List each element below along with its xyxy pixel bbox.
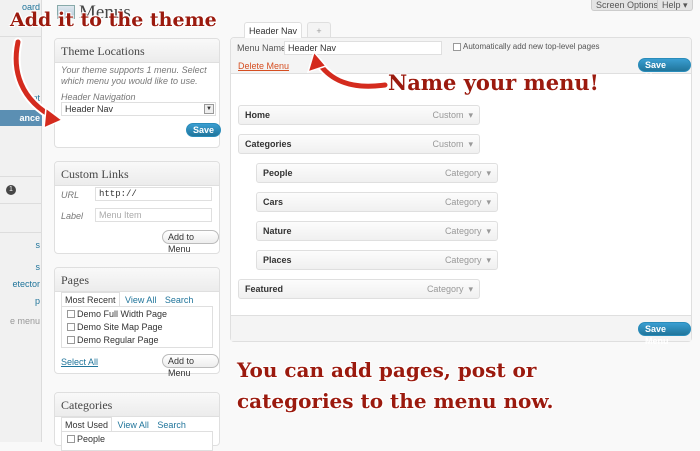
annotation-theme: Add it to the theme — [10, 9, 217, 31]
annotation-pages-line1: You can add pages, post or — [237, 358, 537, 382]
tab-header-nav[interactable]: Header Nav — [244, 22, 302, 38]
arrow-to-theme — [13, 39, 58, 121]
arrowhead-icon — [43, 106, 64, 130]
annotation-pages-line2: categories to the menu now. — [237, 389, 554, 413]
annotation-name: Name your menu! — [388, 70, 599, 95]
